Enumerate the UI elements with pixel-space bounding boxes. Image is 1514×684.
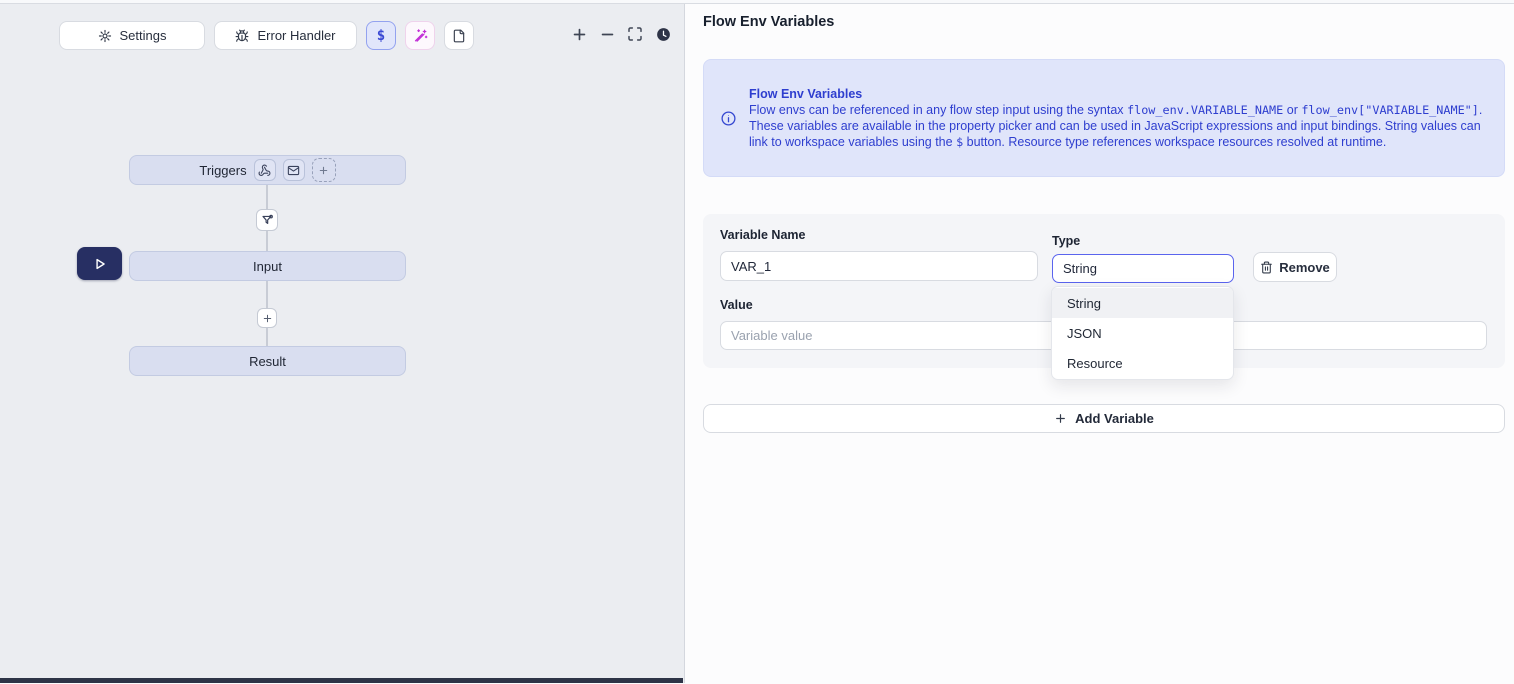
flow-env-panel: Flow Env Variables Flow Env Variables Fl… [685, 4, 1514, 683]
type-option-string[interactable]: String [1052, 288, 1233, 318]
input-node-label: Input [253, 259, 282, 274]
plus-icon [262, 313, 273, 324]
bug-icon [235, 29, 249, 43]
connector-line [266, 231, 268, 251]
document-icon [452, 29, 466, 43]
type-option-json[interactable]: JSON [1052, 318, 1233, 348]
settings-label: Settings [120, 28, 167, 43]
add-step-button[interactable] [257, 308, 277, 328]
flow-toolbar: Settings Error Handler $ [59, 21, 474, 50]
type-dropdown-menu: String JSON Resource [1051, 286, 1234, 380]
result-node[interactable]: Result [129, 346, 406, 376]
dollar-icon: $ [377, 28, 385, 44]
mail-icon [287, 164, 300, 177]
info-code-bracket-syntax: flow_env["VARIABLE_NAME"] [1301, 103, 1479, 117]
remove-label: Remove [1279, 260, 1330, 275]
zoom-in-icon[interactable] [570, 25, 588, 43]
info-icon [720, 110, 737, 127]
trigger-filter-button[interactable] [256, 209, 278, 231]
input-node[interactable]: Input [129, 251, 406, 281]
value-label: Value [720, 298, 753, 312]
main-layout: Settings Error Handler $ [0, 4, 1514, 683]
connector-line [266, 281, 268, 308]
play-icon [93, 257, 107, 271]
triggers-node[interactable]: Triggers [129, 155, 406, 185]
info-banner: Flow Env Variables Flow envs can be refe… [703, 59, 1505, 177]
type-select[interactable] [1052, 254, 1234, 283]
canvas-bottom-bar [0, 678, 683, 683]
app-root: Settings Error Handler $ [0, 0, 1514, 683]
type-label: Type [1052, 234, 1080, 248]
info-code-dot-syntax: flow_env.VARIABLE_NAME [1127, 103, 1283, 117]
email-trigger-button[interactable] [283, 159, 305, 181]
ai-assistant-button[interactable] [405, 21, 435, 50]
info-text: Flow Env Variables Flow envs can be refe… [749, 86, 1488, 150]
add-trigger-button[interactable] [312, 158, 336, 182]
recenter-icon[interactable] [654, 25, 672, 43]
result-node-label: Result [249, 354, 286, 369]
webhook-icon [258, 164, 271, 177]
add-variable-label: Add Variable [1075, 411, 1154, 426]
file-button[interactable] [444, 21, 474, 50]
plus-icon [318, 165, 329, 176]
magic-wand-icon [413, 28, 428, 43]
variable-name-label: Variable Name [720, 228, 805, 242]
triggers-node-label: Triggers [199, 163, 246, 178]
remove-variable-button[interactable]: Remove [1253, 252, 1337, 282]
variable-name-input[interactable] [720, 251, 1038, 281]
add-variable-button[interactable]: Add Variable [703, 404, 1505, 433]
info-body-text: button. Resource type references workspa… [963, 135, 1386, 149]
run-flow-button[interactable] [77, 247, 122, 280]
info-body-text: Flow envs can be referenced in any flow … [749, 103, 1127, 117]
zoom-out-icon[interactable] [598, 25, 616, 43]
fit-view-icon[interactable] [626, 25, 644, 43]
filter-icon [261, 214, 274, 227]
settings-button[interactable]: Settings [59, 21, 205, 50]
connector-line [266, 328, 268, 346]
type-option-resource[interactable]: Resource [1052, 348, 1233, 378]
trash-icon [1260, 261, 1273, 274]
info-body-text: or [1283, 103, 1301, 117]
plus-icon [1054, 412, 1067, 425]
error-handler-button[interactable]: Error Handler [214, 21, 357, 50]
gear-icon [98, 29, 112, 43]
info-title: Flow Env Variables [749, 86, 1488, 102]
flow-canvas[interactable]: Settings Error Handler $ [0, 4, 685, 683]
canvas-controls [570, 25, 672, 43]
connector-line [266, 185, 268, 209]
error-handler-label: Error Handler [257, 28, 335, 43]
webhook-trigger-button[interactable] [254, 159, 276, 181]
workspace-variables-button[interactable]: $ [366, 21, 396, 50]
panel-title: Flow Env Variables [703, 14, 834, 30]
